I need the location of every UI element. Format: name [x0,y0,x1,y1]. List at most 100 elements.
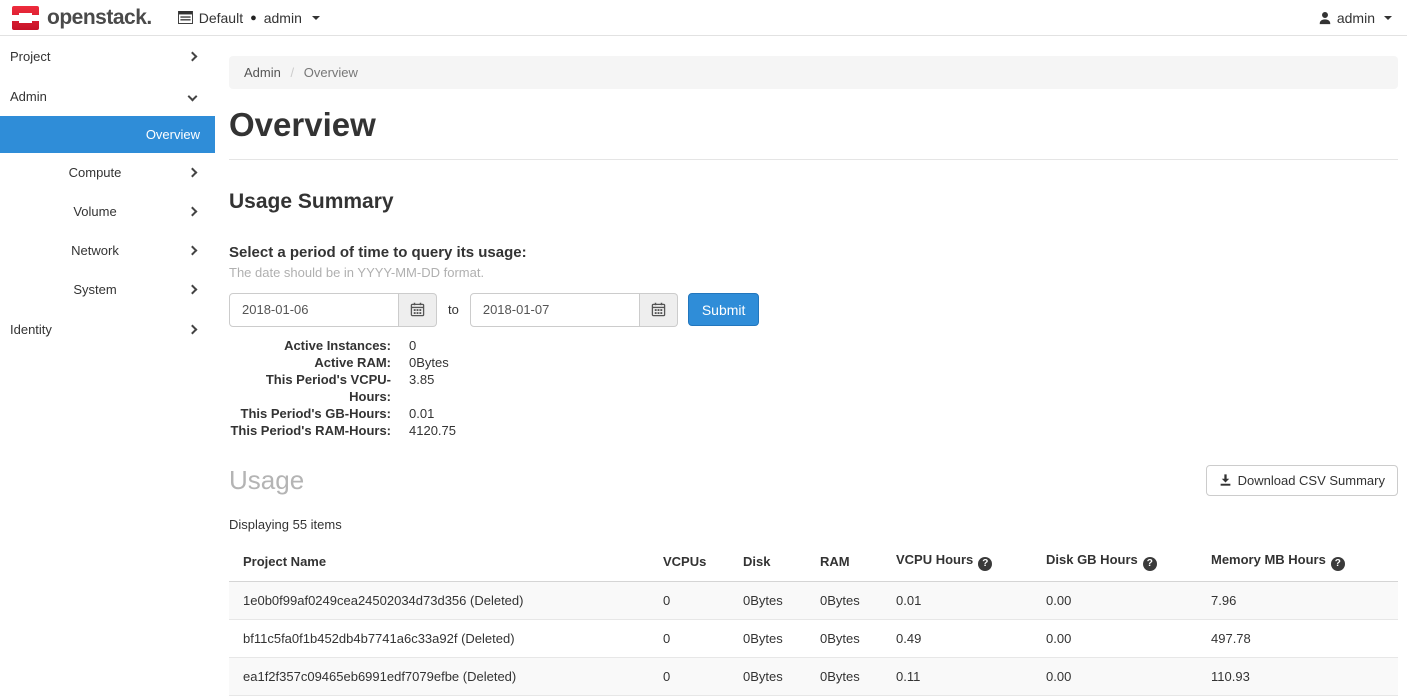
breadcrumb-current: Overview [304,65,358,80]
domain-project-switcher[interactable]: Default ● admin [178,10,320,26]
cell-memory-mb-hours: 497.78 [1203,619,1398,657]
item-count: Displaying 55 items [229,517,1398,532]
table-row: ea1f2f357c09465eb6991edf7079efbe (Delete… [229,657,1398,695]
column-header-vcpu-hours[interactable]: VCPU Hours? [888,542,1038,582]
date-to-input[interactable] [470,293,640,327]
column-header-ram[interactable]: RAM [812,542,888,582]
cell-disk: 0Bytes [735,619,812,657]
stat-label: This Period's VCPU-Hours: [229,371,391,405]
sidebar-label: Volume [0,192,190,231]
sidebar-item-system[interactable]: System [0,270,215,309]
user-label: admin [1337,10,1375,26]
stat-value: 0Bytes [409,354,1398,371]
openstack-logo-icon [12,6,39,30]
column-label: Disk GB Hours [1046,552,1138,567]
sidebar-item-overview-selected[interactable]: Overview [0,116,215,153]
sidebar-item-volume[interactable]: Volume [0,192,215,231]
question-mark-icon[interactable]: ? [978,557,992,571]
cell-disk-gb-hours: 0.00 [1038,619,1203,657]
cell-memory-mb-hours: 7.96 [1203,581,1398,619]
column-label: Disk [743,554,770,569]
cell-disk: 0Bytes [735,657,812,695]
download-icon [1219,473,1232,487]
stat-label: This Period's GB-Hours: [229,405,391,422]
cell-disk: 0Bytes [735,581,812,619]
main-content: Admin / Overview Overview Usage Summary … [215,56,1407,696]
breadcrumb-separator: / [290,65,294,80]
column-label: RAM [820,554,850,569]
horizon-dashboard: openstack. Default ● admin admin Project [0,0,1407,670]
column-header-memory-mb-hours[interactable]: Memory MB Hours? [1203,542,1398,582]
cell-vcpu-hours: 0.11 [888,657,1038,695]
cell-vcpus: 0 [655,657,735,695]
cell-vcpus: 0 [655,581,735,619]
sidebar-item-compute[interactable]: Compute [0,153,215,192]
sidebar-item-admin[interactable]: Admin [0,76,215,116]
list-icon [178,11,193,24]
stat-value: 4120.75 [409,422,1398,439]
date-period-prompt: Select a period of time to query its usa… [229,244,1398,261]
stat-value: 0.01 [409,405,1398,422]
column-header-vcpus[interactable]: VCPUs [655,542,735,582]
project-label: admin [264,10,302,26]
sidebar-label: Network [0,231,190,270]
date-from-calendar-addon[interactable] [399,293,437,327]
submit-button[interactable]: Submit [688,293,760,326]
brand-link[interactable]: openstack. [12,6,152,30]
sidebar: Project Admin Overview Compute Volume Ne… [0,36,215,349]
sidebar-label: Compute [0,153,190,192]
column-label: VCPUs [663,554,706,569]
column-label: Memory MB Hours [1211,552,1326,567]
top-navbar: openstack. Default ● admin admin [0,0,1407,36]
page-title: Overview [229,105,1398,145]
caret-down-icon [312,16,320,20]
column-header-disk-gb-hours[interactable]: Disk GB Hours? [1038,542,1203,582]
cell-vcpu-hours: 0.01 [888,581,1038,619]
usage-section-header: Usage Download CSV Summary [229,465,1398,496]
question-mark-icon[interactable]: ? [1143,557,1157,571]
usage-summary-stats: Active Instances:0Active RAM:0BytesThis … [229,337,1398,439]
date-format-hint: The date should be in YYYY-MM-DD format. [229,265,1398,280]
breadcrumb: Admin / Overview [229,56,1398,89]
question-mark-icon[interactable]: ? [1331,557,1345,571]
chevron-right-icon [188,51,198,61]
stat-label: This Period's RAM-Hours: [229,422,391,439]
cell-vcpu-hours: 0.49 [888,619,1038,657]
download-csv-button[interactable]: Download CSV Summary [1206,465,1398,496]
to-label: to [448,302,459,317]
cell-disk-gb-hours: 0.00 [1038,581,1203,619]
date-to-group [470,293,678,327]
user-menu[interactable]: admin [1318,10,1392,26]
sidebar-label: Identity [10,322,52,337]
cell-project-name: bf11c5fa0f1b452db4b7741a6c33a92f (Delete… [229,619,655,657]
breadcrumb-admin[interactable]: Admin [244,65,281,80]
caret-down-icon [1384,16,1392,20]
date-from-group [229,293,437,327]
date-to-calendar-addon[interactable] [640,293,678,327]
cell-vcpus: 0 [655,619,735,657]
sidebar-item-identity[interactable]: Identity [0,309,215,349]
calendar-icon [410,302,425,317]
sidebar-label: Admin [10,89,47,104]
column-header-project-name[interactable]: Project Name [229,542,655,582]
cell-memory-mb-hours: 110.93 [1203,657,1398,695]
cell-disk-gb-hours: 0.00 [1038,657,1203,695]
cell-ram: 0Bytes [812,619,888,657]
sidebar-item-project[interactable]: Project [0,36,215,76]
usage-heading: Usage [229,465,304,496]
download-csv-label: Download CSV Summary [1238,473,1385,488]
stat-value: 0 [409,337,1398,354]
domain-label: Default [199,10,243,26]
usage-summary-heading: Usage Summary [229,190,1398,214]
chevron-down-icon [188,91,198,101]
date-from-input[interactable] [229,293,399,327]
title-divider [229,159,1398,160]
sidebar-item-network[interactable]: Network [0,231,215,270]
brand-text: openstack. [47,6,152,30]
table-row: bf11c5fa0f1b452db4b7741a6c33a92f (Delete… [229,619,1398,657]
date-range-form: to Submit [229,293,1398,327]
cell-project-name: 1e0b0f99af0249cea24502034d73d356 (Delete… [229,581,655,619]
column-header-disk[interactable]: Disk [735,542,812,582]
stat-label: Active RAM: [229,354,391,371]
sidebar-label: Project [10,49,50,64]
